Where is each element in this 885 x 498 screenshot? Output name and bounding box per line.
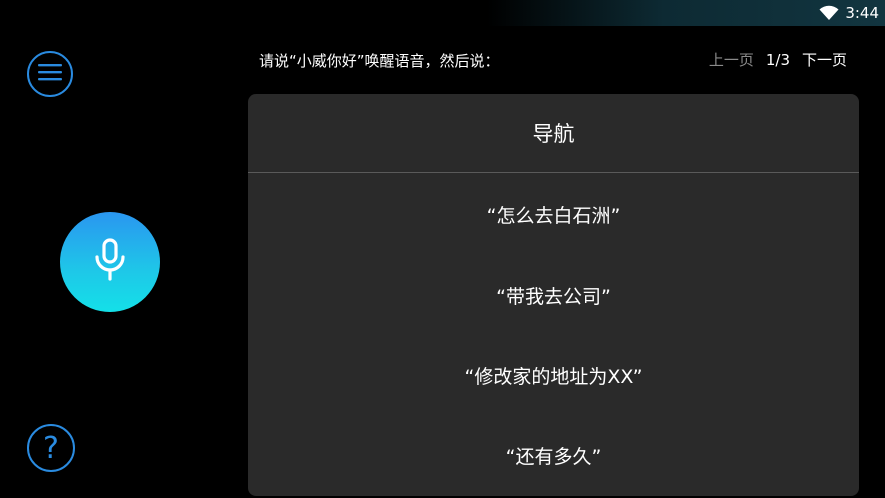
card-title: 导航 [532,122,575,146]
command-list: “怎么去白石洲” “带我去公司” “修改家的地址为XX” “还有多久” [248,173,859,495]
page-indicator: 1/3 [765,50,790,69]
wifi-icon [819,5,839,21]
menu-button[interactable] [27,51,73,97]
command-item: “怎么去白石洲” [486,204,621,227]
pager: 上一页 1/3 下一页 [709,49,847,70]
microphone-icon [93,238,127,286]
status-bar: 3:44 [0,0,885,26]
command-item: “还有多久” [505,445,602,468]
voice-assistant-screen: 3:44 ? 请说“小威你好”唤醒语音，然后说： 上一页 1/3 下一页 导航 … [0,0,885,498]
help-button[interactable]: ? [27,424,75,472]
command-card: 导航 “怎么去白石洲” “带我去公司” “修改家的地址为XX” “还有多久” [248,94,859,496]
status-clock: 3:44 [845,4,879,22]
question-mark-icon: ? [43,430,59,466]
hamburger-menu-icon [38,62,62,86]
previous-page-button[interactable]: 上一页 [709,49,754,70]
command-item: “修改家的地址为XX” [464,365,643,388]
command-item: “带我去公司” [496,285,611,308]
wake-word-hint: 请说“小威你好”唤醒语音，然后说： [259,52,500,70]
microphone-button[interactable] [60,212,160,312]
status-indicators: 3:44 [819,2,879,24]
next-page-button[interactable]: 下一页 [802,49,847,70]
